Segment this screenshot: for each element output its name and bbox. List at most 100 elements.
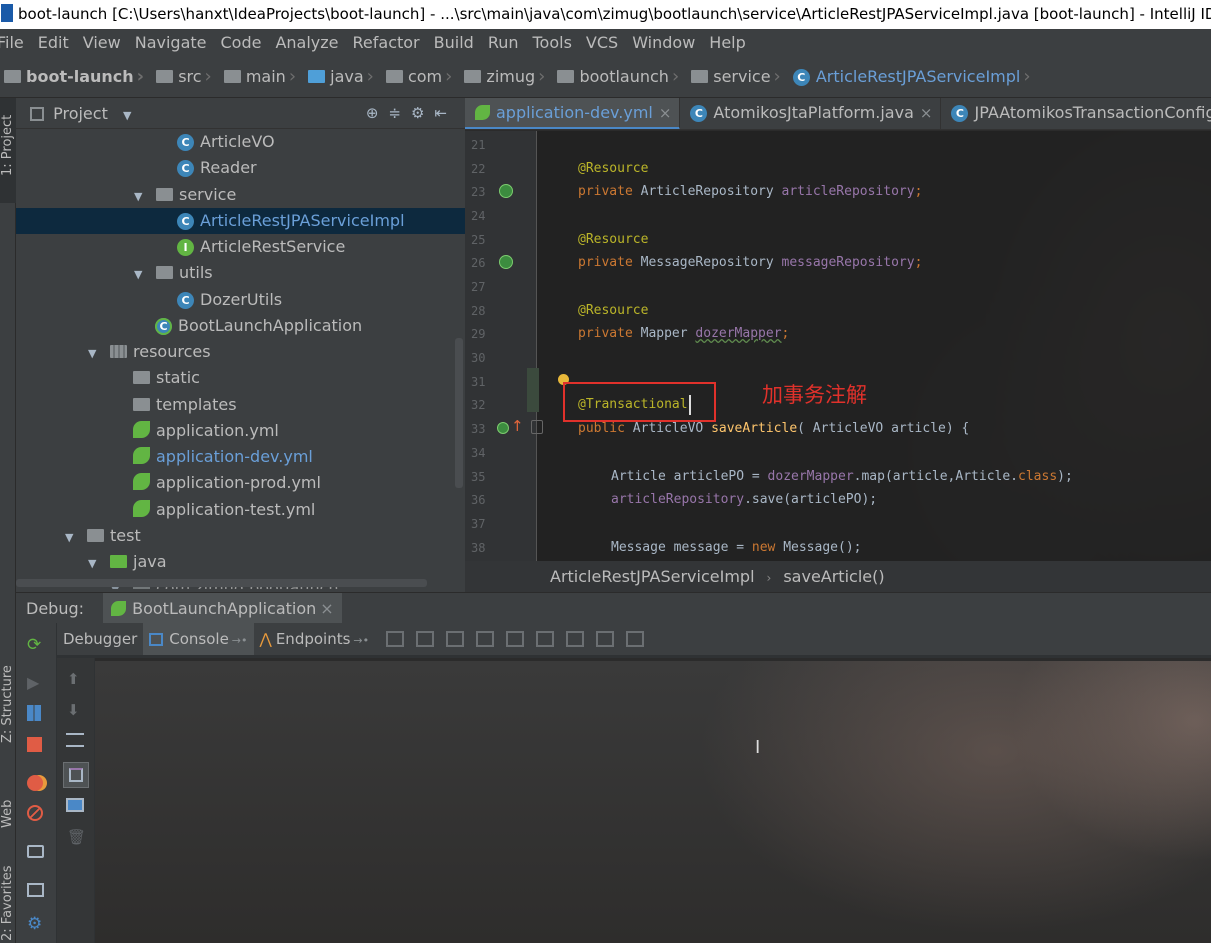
menu-refactor[interactable]: Refactor: [353, 29, 426, 56]
down-arrow-icon[interactable]: ⬇: [67, 701, 85, 719]
expand-arrow-icon[interactable]: ▼: [134, 262, 150, 288]
stop-icon[interactable]: [27, 737, 45, 755]
tab-endpoints[interactable]: ⋀ Endpoints →•: [254, 623, 376, 655]
force-step-into-icon[interactable]: [475, 631, 494, 647]
step-out-icon[interactable]: [505, 631, 524, 647]
project-vertical-scrollbar[interactable]: [455, 338, 463, 488]
tab-application-dev-yml[interactable]: application-dev.yml ×: [465, 98, 681, 129]
menu-analyze[interactable]: Analyze: [275, 29, 344, 56]
step-into-icon[interactable]: [445, 631, 464, 647]
tree-item-application-prod-yml[interactable]: application-prod.yml: [133, 470, 321, 496]
window-title: boot-launch [C:\Users\hanxt\IdeaProjects…: [18, 5, 1211, 23]
crumb-main[interactable]: main ›: [223, 56, 303, 98]
expand-arrow-icon[interactable]: ▼: [65, 525, 81, 551]
hide-icon[interactable]: ⇤: [434, 104, 457, 122]
menu-code[interactable]: Code: [221, 29, 268, 56]
tab-console[interactable]: Console →•: [143, 623, 254, 655]
menu-vcs[interactable]: VCS: [586, 29, 624, 56]
tree-item-utils[interactable]: ▼ utils: [134, 260, 213, 286]
expand-arrow-icon[interactable]: ▼: [88, 551, 104, 577]
tree-item-application-yml[interactable]: application.yml: [133, 418, 279, 444]
expand-arrow-icon[interactable]: ▼: [88, 341, 104, 367]
menu-run[interactable]: Run: [488, 29, 525, 56]
tree-item-test-java[interactable]: ▼ java: [88, 549, 167, 575]
crumb-class[interactable]: C ArticleRestJPAServiceImpl ›: [792, 56, 1038, 98]
tree-item-application-test-yml[interactable]: application-test.yml: [133, 497, 315, 523]
locate-icon[interactable]: ⊕: [366, 104, 389, 122]
crumb-zimug[interactable]: zimug ›: [464, 56, 552, 98]
rerun-icon[interactable]: ⟳: [27, 635, 45, 655]
web-stripe-button[interactable]: Web: [0, 786, 16, 846]
tree-item-bootlaunchapplication[interactable]: C BootLaunchApplication: [155, 313, 362, 339]
crumb-src[interactable]: src ›: [156, 56, 219, 98]
crumb-java[interactable]: java ›: [308, 56, 381, 98]
scroll-to-end-icon[interactable]: [63, 762, 89, 788]
console-output[interactable]: [95, 661, 1211, 943]
menu-edit[interactable]: Edit: [38, 29, 75, 56]
layout-icon[interactable]: [27, 883, 45, 901]
trash-icon[interactable]: 🗑: [67, 828, 86, 846]
chevron-down-icon[interactable]: ▼: [123, 109, 131, 122]
expand-arrow-icon[interactable]: ▼: [134, 184, 150, 210]
drop-frame-icon[interactable]: [535, 631, 554, 647]
crumb-service[interactable]: service ›: [691, 56, 788, 98]
project-horizontal-scrollbar[interactable]: [16, 579, 427, 587]
code-editor[interactable]: 21 22 23 24 25 26 27 28 29 30 31 32 33 3…: [465, 131, 1211, 561]
menu-help[interactable]: Help: [709, 29, 751, 56]
menu-window[interactable]: Window: [632, 29, 701, 56]
step-over-icon[interactable]: [415, 631, 434, 647]
tree-item-application-dev-yml[interactable]: application-dev.yml: [133, 444, 313, 470]
close-icon[interactable]: ×: [920, 104, 933, 122]
close-icon[interactable]: ×: [320, 599, 333, 618]
view-breakpoints-icon[interactable]: [27, 775, 45, 793]
tab-jpaatomikostransactionconfig[interactable]: CJPAAtomikosTransactionConfig.java: [941, 98, 1211, 129]
tree-item-articlerestjpaserviceimpl[interactable]: C ArticleRestJPAServiceImpl: [16, 208, 465, 234]
bean-injection-icon[interactable]: [499, 184, 513, 198]
resume-icon[interactable]: ▶: [27, 673, 45, 692]
run-to-cursor-icon[interactable]: [565, 631, 584, 647]
tree-item-test[interactable]: ▼ test: [65, 523, 141, 549]
print-icon[interactable]: [66, 798, 84, 816]
debug-session-tab[interactable]: BootLaunchApplication ×: [103, 593, 342, 624]
breadcrumb-method[interactable]: saveArticle(): [783, 567, 884, 586]
tree-item-resources[interactable]: ▼ resources: [88, 339, 211, 365]
tree-item-templates[interactable]: templates: [133, 392, 237, 418]
menu-view[interactable]: View: [83, 29, 127, 56]
pause-icon[interactable]: [27, 705, 45, 723]
evaluate-expression-icon[interactable]: [595, 631, 614, 647]
bean-injection-icon[interactable]: [499, 255, 513, 269]
package-icon: [557, 70, 575, 83]
gear-icon[interactable]: ⚙: [411, 104, 434, 122]
tree-item-dozerutils[interactable]: C DozerUtils: [177, 287, 282, 313]
breadcrumb-class[interactable]: ArticleRestJPAServiceImpl: [550, 567, 755, 586]
project-view-selector[interactable]: Project: [53, 104, 108, 123]
menu-tools[interactable]: Tools: [533, 29, 578, 56]
tree-item-reader[interactable]: C Reader: [177, 155, 257, 181]
tree-item-static[interactable]: static: [133, 365, 200, 391]
tab-atomikosjtaplatform[interactable]: C AtomikosJtaPlatform.java ×: [680, 98, 942, 129]
close-icon[interactable]: ×: [659, 104, 672, 122]
up-arrow-icon[interactable]: ⬆: [67, 670, 85, 688]
soft-wrap-icon[interactable]: [66, 733, 84, 751]
tab-debugger[interactable]: Debugger: [57, 623, 143, 655]
implementing-method-icon[interactable]: [497, 422, 509, 434]
tree-item-articlerestservice[interactable]: I ArticleRestService: [177, 234, 345, 260]
project-stripe-button[interactable]: 1: Project: [0, 98, 16, 203]
menu-build[interactable]: Build: [434, 29, 480, 56]
tree-item-articlevo[interactable]: C ArticleVO: [177, 129, 275, 155]
mute-breakpoints-icon[interactable]: [27, 805, 45, 823]
collapse-all-icon[interactable]: ≑: [388, 104, 411, 122]
camera-icon[interactable]: [27, 845, 45, 863]
gear-icon[interactable]: ⚙: [27, 914, 45, 934]
crumb-bootlaunch[interactable]: bootlaunch ›: [557, 56, 686, 98]
crumb-project[interactable]: boot-launch ›: [4, 56, 151, 98]
tree-item-service[interactable]: ▼ service: [134, 182, 236, 208]
fold-marker-icon[interactable]: [531, 420, 543, 434]
favorites-stripe-button[interactable]: 2: Favorites: [0, 863, 16, 943]
menu-file[interactable]: File: [0, 29, 30, 56]
structure-stripe-button[interactable]: Z: Structure: [0, 663, 16, 753]
menu-navigate[interactable]: Navigate: [135, 29, 213, 56]
crumb-com[interactable]: com ›: [385, 56, 459, 98]
show-execution-point-icon[interactable]: [385, 631, 404, 647]
trace-icon[interactable]: [625, 631, 644, 647]
